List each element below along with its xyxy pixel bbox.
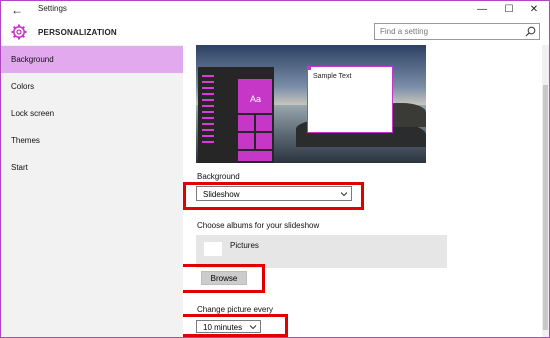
preview-tile-large: Aa bbox=[238, 79, 272, 113]
search-icon[interactable] bbox=[525, 26, 536, 37]
chevron-down-icon bbox=[249, 325, 257, 330]
main-content: Aa Sample Text Background Slideshow Choo… bbox=[183, 45, 549, 337]
preview-tile bbox=[256, 133, 272, 149]
scrollbar[interactable] bbox=[542, 45, 549, 337]
interval-dropdown-value: 10 minutes bbox=[203, 323, 243, 332]
preview-tile bbox=[238, 115, 254, 131]
search-input[interactable] bbox=[375, 24, 520, 39]
close-button[interactable]: ✕ bbox=[523, 2, 545, 18]
background-preview: Aa Sample Text bbox=[196, 45, 426, 163]
preview-tile bbox=[256, 115, 272, 131]
sidebar-item-themes[interactable]: Themes bbox=[1, 127, 183, 154]
sidebar-item-lock-screen[interactable]: Lock screen bbox=[1, 100, 183, 127]
browse-button[interactable]: Browse bbox=[201, 271, 247, 285]
interval-label: Change picture every bbox=[197, 305, 274, 314]
window-title: Settings bbox=[38, 4, 67, 13]
sidebar-item-start[interactable]: Start bbox=[1, 154, 183, 181]
gear-icon bbox=[11, 24, 27, 40]
preview-tile bbox=[238, 151, 272, 161]
minimize-button[interactable]: — bbox=[471, 2, 493, 18]
background-dropdown-value: Slideshow bbox=[203, 190, 240, 199]
preview-sample-window: Sample Text bbox=[307, 66, 393, 133]
preview-tile bbox=[238, 133, 254, 149]
albums-label: Choose albums for your slideshow bbox=[197, 221, 320, 230]
title-bar: ← Settings — ☐ ✕ bbox=[1, 1, 549, 19]
back-button[interactable]: ← bbox=[9, 3, 25, 17]
album-item-label: Pictures bbox=[230, 241, 259, 250]
sidebar-item-background[interactable]: Background bbox=[1, 46, 183, 73]
chevron-down-icon bbox=[340, 192, 348, 197]
page-title: PERSONALIZATION bbox=[38, 28, 117, 37]
sidebar-item-colors[interactable]: Colors bbox=[1, 73, 183, 100]
scrollbar-thumb[interactable] bbox=[543, 85, 548, 330]
settings-window: ← Settings — ☐ ✕ PERSONALIZATION Backgr bbox=[0, 0, 550, 338]
preview-tile-label: Aa bbox=[250, 94, 262, 104]
preview-sample-text: Sample Text bbox=[313, 73, 352, 80]
preview-start-list bbox=[202, 75, 214, 147]
background-dropdown[interactable]: Slideshow bbox=[196, 186, 352, 201]
maximize-button[interactable]: ☐ bbox=[498, 2, 520, 18]
sidebar: Background Colors Lock screen Themes Sta… bbox=[1, 45, 183, 337]
album-thumbnail bbox=[204, 242, 222, 256]
background-label: Background bbox=[197, 172, 240, 181]
search-box[interactable] bbox=[374, 23, 540, 40]
page-header: PERSONALIZATION bbox=[1, 19, 549, 45]
interval-dropdown[interactable]: 10 minutes bbox=[196, 320, 261, 333]
preview-start-menu: Aa bbox=[198, 67, 274, 163]
